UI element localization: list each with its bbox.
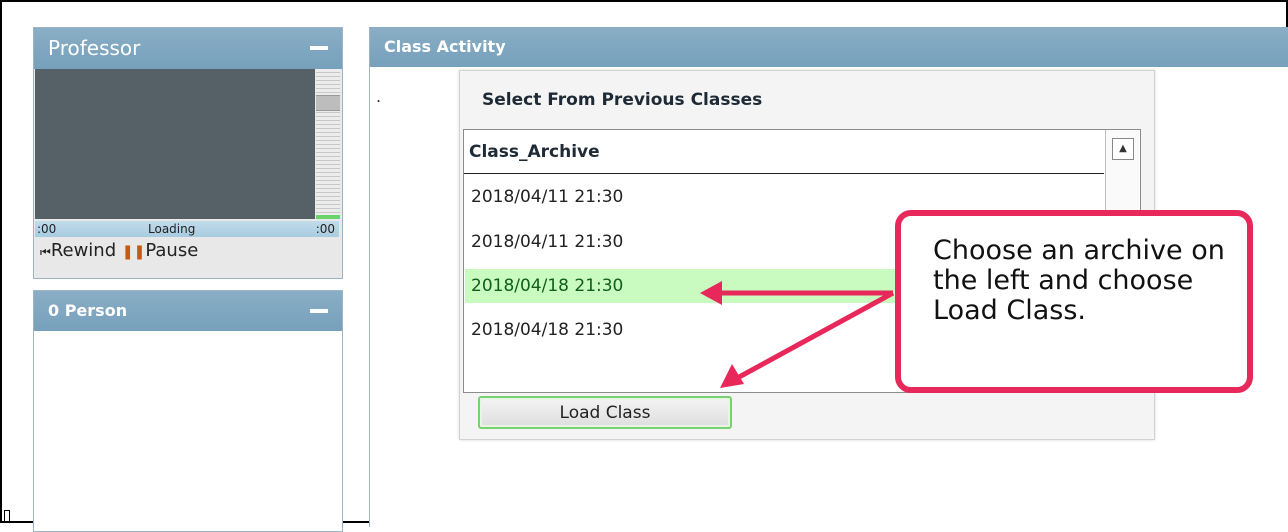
class-activity-header: Class Activity [370, 27, 1288, 67]
activity-dot: . [376, 87, 382, 106]
dialog-title: Select From Previous Classes [482, 90, 763, 110]
edge-mark [4, 510, 10, 523]
time-start: :00 [37, 222, 57, 236]
playback-controls: ⏮Rewind ❚❚Pause [40, 240, 198, 261]
instruction-callout: Choose an archive on the left and choose… [895, 210, 1253, 393]
pause-button[interactable]: ❚❚Pause [122, 240, 198, 261]
person-title: 0 Person [48, 301, 128, 320]
archive-row[interactable]: 2018/04/11 21:30 [465, 180, 1105, 214]
professor-title: Professor [48, 36, 141, 60]
scroll-up-icon[interactable]: ▲ [1112, 138, 1134, 160]
pause-icon: ❚❚ [121, 244, 146, 260]
minimize-icon[interactable] [310, 309, 328, 313]
volume-level [316, 215, 340, 219]
rewind-label: Rewind [50, 240, 117, 261]
volume-knob[interactable] [316, 95, 340, 111]
loading-label: Loading [148, 222, 196, 236]
professor-panel: Professor :00 Loading :00 ⏮Rewind ❚❚Paus… [33, 27, 343, 279]
progress-bar[interactable]: :00 Loading :00 [35, 221, 339, 237]
archive-column-header[interactable]: Class_Archive [464, 130, 1104, 174]
person-panel-header: 0 Person [34, 291, 342, 331]
time-end: :00 [315, 222, 335, 236]
load-class-button[interactable]: Load Class [478, 396, 732, 429]
professor-panel-header: Professor [34, 28, 342, 69]
volume-slider[interactable] [316, 69, 340, 219]
person-panel: 0 Person [33, 290, 343, 532]
video-area[interactable] [35, 69, 315, 219]
rewind-button[interactable]: ⏮Rewind [40, 240, 116, 261]
rewind-icon: ⏮ [40, 245, 51, 259]
minimize-icon[interactable] [310, 46, 328, 50]
pause-label: Pause [145, 240, 199, 261]
